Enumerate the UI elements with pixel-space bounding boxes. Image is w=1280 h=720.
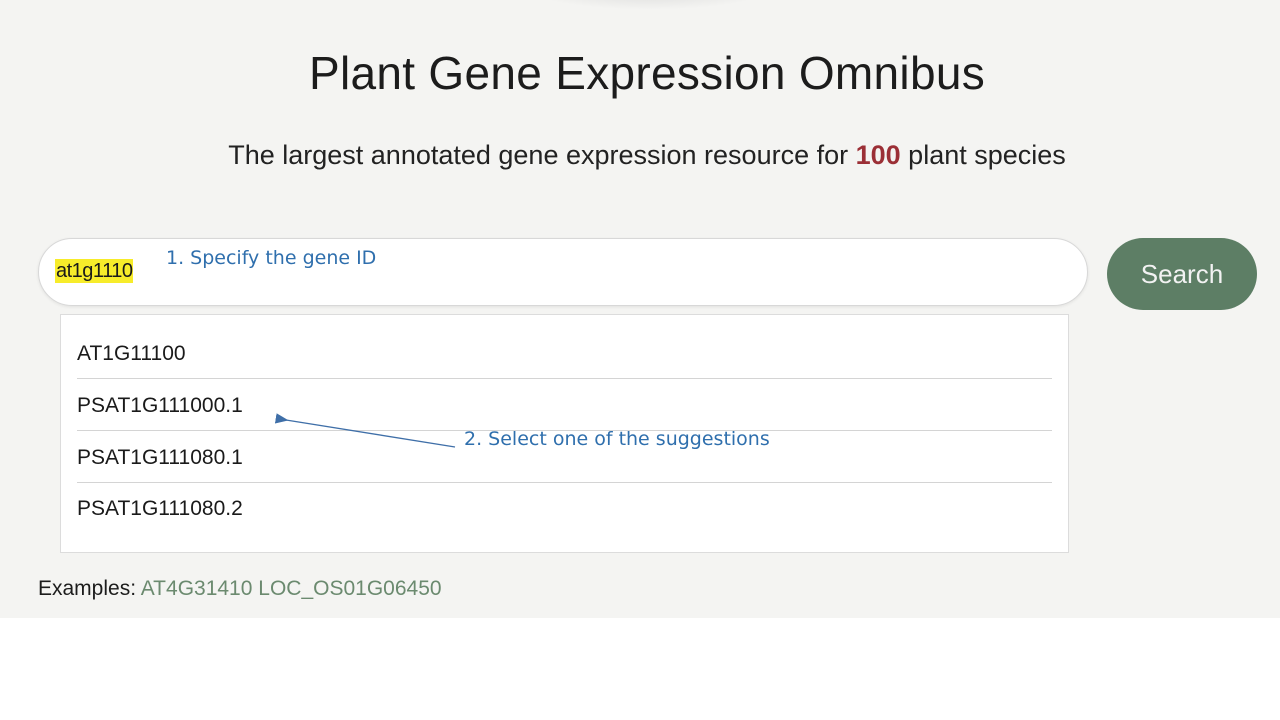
annotation-step1: 1. Specify the gene ID: [166, 247, 377, 269]
suggestion-item[interactable]: AT1G11100: [77, 329, 1052, 379]
page: Plant Gene Expression Omnibus The larges…: [0, 0, 1280, 720]
page-title: Plant Gene Expression Omnibus: [308, 47, 986, 99]
search-button[interactable]: Search: [1107, 238, 1257, 310]
species-count: 100: [855, 140, 901, 170]
examples-row: Examples: AT4G31410 LOC_OS01G06450: [38, 577, 442, 601]
page-subtitle: The largest annotated gene expression re…: [0, 140, 1280, 171]
suggestion-item[interactable]: PSAT1G111000.1: [77, 381, 1052, 431]
example-link[interactable]: AT4G31410: [141, 577, 253, 600]
search-input-value: at1g1110: [55, 259, 134, 283]
annotation-step2: 2. Select one of the suggestions: [464, 428, 770, 450]
top-decoration: [520, 0, 780, 10]
subtitle-text-after: plant species: [900, 140, 1066, 170]
example-link[interactable]: LOC_OS01G06450: [258, 577, 441, 600]
examples-label: Examples:: [38, 577, 137, 600]
subtitle-text-before: The largest annotated gene expression re…: [228, 140, 856, 170]
suggestion-item[interactable]: PSAT1G111080.2: [77, 484, 1052, 534]
app-area: Plant Gene Expression Omnibus The larges…: [0, 0, 1280, 618]
